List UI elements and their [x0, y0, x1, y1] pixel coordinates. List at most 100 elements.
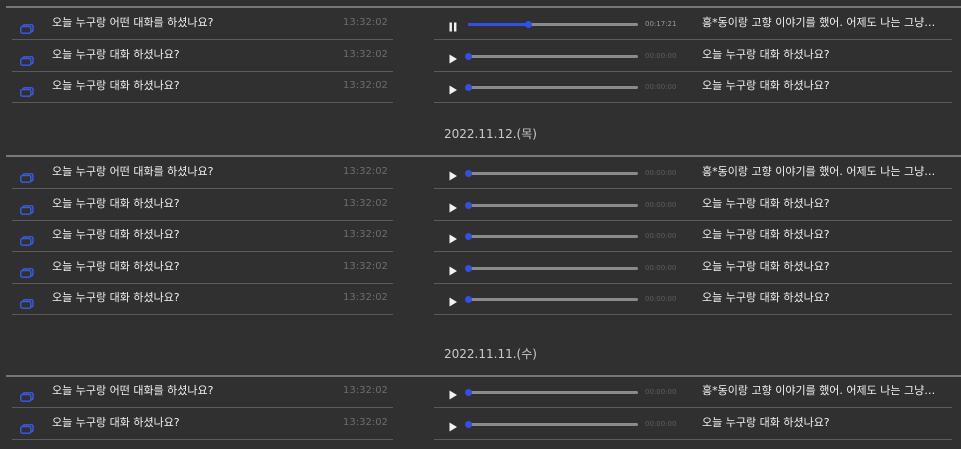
chat-bubbles-icon — [20, 200, 34, 215]
pause-button[interactable] — [447, 18, 459, 32]
group-divider — [6, 155, 961, 157]
audio-duration: 00:00:00 — [645, 388, 677, 396]
question-text: 오늘 누구랑 어떤 대화를 하셨나요? — [52, 384, 214, 397]
progress-fill — [468, 23, 528, 26]
audio-duration: 00:00:00 — [645, 51, 677, 60]
question-time: 13:32:02 — [343, 166, 388, 177]
question-text: 오늘 누구랑 대화 하셨나요? — [52, 79, 180, 92]
play-button[interactable] — [447, 50, 459, 63]
question-time: 13:32:02 — [343, 416, 388, 428]
question-time: 13:32:02 — [343, 385, 388, 396]
question-text: 오늘 누구랑 대화 하셨나요? — [52, 291, 180, 304]
conversation-row[interactable]: 오늘 누구랑 대화 하셨나요? 13:32:02 00:00:00 오늘 누구랑 대화… — [0, 409, 961, 440]
play-button[interactable] — [447, 81, 459, 95]
play-icon — [447, 418, 459, 437]
question-text: 오늘 누구랑 대화 하셨나요? — [52, 196, 180, 210]
audio-duration: 00:00:00 — [645, 419, 677, 428]
audio-progress-slider[interactable] — [465, 201, 638, 209]
question-time: 13:32:02 — [343, 260, 388, 272]
audio-duration: 00:00:00 — [645, 83, 677, 91]
play-icon — [447, 167, 459, 186]
progress-knob[interactable] — [465, 170, 472, 177]
chat-bubbles-icon — [20, 294, 34, 309]
audio-progress-slider[interactable] — [465, 389, 638, 396]
question-time: 13:32:02 — [343, 229, 388, 240]
play-button[interactable] — [447, 167, 459, 181]
answer-text: 오늘 누구랑 대화 하셨나요? — [702, 259, 830, 273]
conversation-row[interactable]: 오늘 누구랑 어떤 대화를 하셨나요? 13:32:02 00:17:21 홍*동이랑… — [0, 9, 961, 40]
progress-knob[interactable] — [465, 420, 472, 428]
audio-duration: 00:00:00 — [645, 263, 677, 272]
chat-bubbles-icon — [20, 387, 34, 402]
play-icon — [447, 262, 459, 281]
question-time: 13:32:02 — [343, 17, 388, 28]
audio-duration: 00:17:21 — [645, 20, 677, 28]
question-text: 오늘 누구랑 어떤 대화를 하셨나요? — [52, 165, 214, 178]
play-button[interactable] — [447, 386, 459, 400]
question-time: 13:32:02 — [343, 292, 388, 303]
pause-icon — [447, 18, 459, 37]
conversation-row[interactable]: 오늘 누구랑 대화 하셨나요? 13:32:02 00:00:00 오늘 누구랑 대화… — [0, 221, 961, 252]
chat-bubbles-icon — [20, 51, 34, 66]
row-divider — [434, 438, 952, 440]
audio-progress-slider[interactable] — [465, 233, 638, 240]
question-time: 13:32:02 — [343, 48, 388, 60]
conversation-row[interactable]: 오늘 누구랑 대화 하셨나요? 13:32:02 00:00:00 오늘 누구랑 대화… — [0, 190, 961, 221]
progress-knob[interactable] — [465, 296, 472, 303]
row-divider — [434, 102, 952, 103]
conversation-row[interactable]: 오늘 누구랑 대화 하셨나요? 13:32:02 00:00:00 오늘 누구랑 대화… — [0, 253, 961, 284]
play-button[interactable] — [447, 293, 459, 307]
audio-progress-slider[interactable] — [465, 170, 638, 177]
progress-knob[interactable] — [524, 21, 532, 28]
chat-bubbles-icon — [20, 168, 34, 183]
play-icon — [447, 386, 459, 405]
progress-knob[interactable] — [465, 84, 472, 91]
answer-text: 오늘 누구랑 대화 하셨나요? — [702, 415, 830, 429]
progress-knob[interactable] — [465, 52, 472, 60]
audio-progress-slider[interactable] — [465, 84, 638, 91]
conversation-row[interactable]: 오늘 누구랑 어떤 대화를 하셨나요? 13:32:02 00:00:00 홍*동이랑… — [0, 158, 961, 189]
play-icon — [447, 199, 459, 218]
play-icon — [447, 81, 459, 100]
question-time: 13:32:02 — [343, 197, 388, 209]
audio-duration: 00:00:00 — [645, 200, 677, 209]
conversation-row[interactable]: 오늘 누구랑 대화 하셨나요? 13:32:02 00:00:00 오늘 누구랑 대화… — [0, 72, 961, 103]
date-header: 2022.11.12.(목) — [444, 127, 537, 141]
play-icon — [447, 50, 459, 69]
play-button[interactable] — [447, 418, 459, 431]
question-text: 오늘 누구랑 어떤 대화를 하셨나요? — [52, 16, 214, 29]
audio-progress-slider[interactable] — [465, 264, 638, 272]
answer-text: 오늘 누구랑 대화 하셨나요? — [702, 196, 830, 210]
answer-text: 오늘 누구랑 대화 하셨나요? — [702, 291, 830, 304]
play-icon — [447, 293, 459, 312]
play-button[interactable] — [447, 262, 459, 275]
progress-knob[interactable] — [465, 201, 472, 209]
answer-text: 홍*동이랑 고향 이야기를 했어. 어제도 나는 그냥 너… — [702, 165, 938, 178]
audio-duration: 00:00:00 — [645, 232, 677, 240]
conversation-row[interactable]: 오늘 누구랑 대화 하셨나요? 13:32:02 00:00:00 오늘 누구랑 대화… — [0, 41, 961, 72]
audio-progress-slider[interactable] — [465, 296, 638, 303]
answer-text: 홍*동이랑 고향 이야기를 했어. 어제도 나는 그냥 너… — [702, 16, 938, 29]
play-button[interactable] — [447, 199, 459, 212]
question-time: 13:32:02 — [343, 80, 388, 91]
progress-knob[interactable] — [465, 264, 472, 272]
progress-knob[interactable] — [465, 233, 472, 240]
audio-progress-slider[interactable] — [465, 420, 638, 428]
conversation-row[interactable]: 오늘 누구랑 대화 하셨나요? 13:32:02 00:00:00 오늘 누구랑 대화… — [0, 284, 961, 315]
chat-bubbles-icon — [20, 82, 34, 97]
answer-text: 오늘 누구랑 대화 하셨나요? — [702, 47, 830, 61]
chat-bubbles-icon — [20, 231, 34, 246]
question-text: 오늘 누구랑 대화 하셨나요? — [52, 47, 180, 61]
question-text: 오늘 누구랑 대화 하셨나요? — [52, 415, 180, 429]
play-button[interactable] — [447, 230, 459, 244]
conversation-history-list: 오늘 누구랑 어떤 대화를 하셨나요? 13:32:02 00:17:21 홍*동이랑… — [0, 0, 961, 449]
question-text: 오늘 누구랑 대화 하셨나요? — [52, 228, 180, 241]
chat-bubbles-icon — [20, 263, 34, 278]
conversation-row[interactable]: 오늘 누구랑 어떤 대화를 하셨나요? 13:32:02 00:00:00 홍*동이랑… — [0, 377, 961, 408]
row-divider — [434, 314, 952, 315]
chat-bubbles-icon — [20, 19, 34, 34]
audio-progress-slider[interactable] — [468, 21, 638, 28]
audio-progress-slider[interactable] — [465, 52, 638, 60]
play-icon — [447, 230, 459, 249]
progress-knob[interactable] — [465, 389, 472, 396]
